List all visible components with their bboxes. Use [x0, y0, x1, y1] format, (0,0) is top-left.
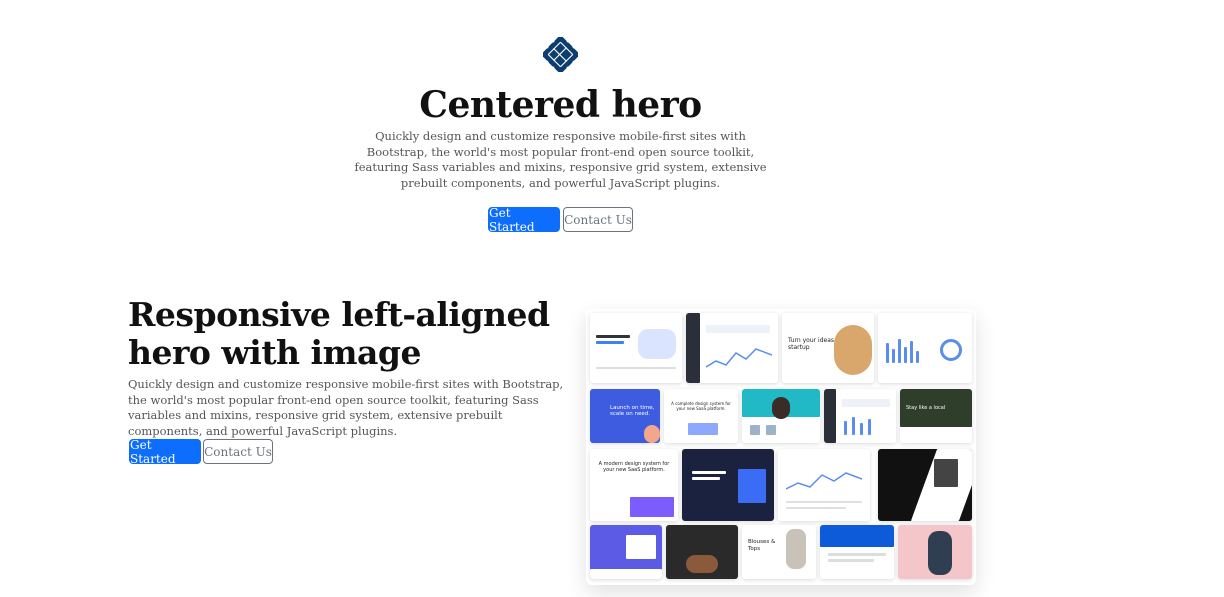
hero-description: Quickly design and customize responsive …: [354, 129, 767, 190]
bootstrap-knot-logo-icon: [543, 37, 578, 72]
collage-tile-design-system: A modern design system for your new SaaS…: [590, 449, 678, 521]
left-hero-get-started-button[interactable]: Get Started: [129, 438, 201, 466]
collage-tile-launch: Launch on time, scale on need.: [590, 389, 660, 443]
collage-text-saas: A complete design system for your new Sa…: [671, 401, 731, 411]
hero-get-started-button[interactable]: Get Started: [488, 206, 560, 234]
collage-tile-admin: [824, 389, 896, 443]
collage-tile-blue-landing: [820, 525, 894, 579]
collage-tile-portrait: [742, 389, 820, 443]
hero-contact-us-button[interactable]: Contact Us: [563, 207, 633, 232]
collage-tile-saas: A complete design system for your new Sa…: [664, 389, 738, 443]
collage-text-shop: Blouses & Tops: [748, 539, 776, 552]
collage-tile-purple: [590, 525, 662, 579]
collage-tile-analytics: [878, 313, 972, 383]
collage-tile-charts: [778, 449, 870, 521]
collage-tile-food: [666, 525, 738, 579]
collage-tile-fashion: [878, 449, 972, 521]
collage-tile-travel: Stay like a local: [900, 389, 972, 443]
collage-text-launch: Launch on time, scale on need.: [610, 405, 655, 417]
hero-title: Centered hero: [419, 84, 702, 126]
collage-tile-shop: Blouses & Tops: [742, 525, 816, 579]
collage-text-travel: Stay like a local: [906, 405, 946, 411]
left-hero-title: Responsive left-aligned hero with image: [128, 295, 550, 372]
collage-text-design-system: A modern design system for your new SaaS…: [598, 461, 670, 473]
bootstrap-themes-collage-image: Turn your ideas into a startup Launch on…: [586, 309, 976, 585]
collage-tile-startup: Turn your ideas into a startup: [782, 313, 874, 383]
collage-tile-pink-portrait: [898, 525, 972, 579]
collage-tile-landing: [590, 313, 682, 383]
left-hero-description: Quickly design and customize responsive …: [128, 377, 564, 438]
collage-tile-dark-landing: [682, 449, 774, 521]
left-hero-contact-us-button[interactable]: Contact Us: [203, 439, 273, 464]
collage-tile-dashboard: [686, 313, 778, 383]
